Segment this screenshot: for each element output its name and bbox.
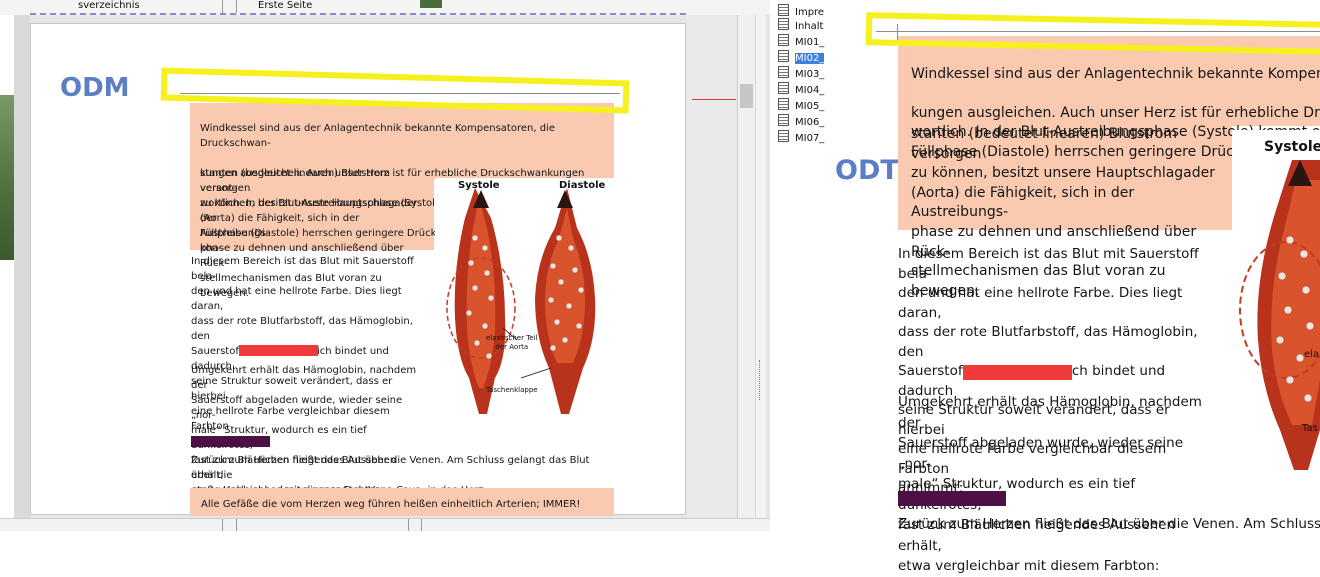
oxygen-red-swatch xyxy=(239,345,318,356)
nav-item-mi02[interactable]: MI02_ xyxy=(778,50,834,64)
intro-first-line: Windkessel sind aus der Anlagentechnik b… xyxy=(200,123,555,149)
thumbnail-image xyxy=(0,95,14,260)
systole-label: Systole xyxy=(458,180,500,191)
divider xyxy=(236,0,237,13)
scrollbar-thumb[interactable] xyxy=(740,84,753,108)
paragraph-veins: Zurück zum Herzen fließt das Blut über d… xyxy=(898,516,1320,532)
document-icon xyxy=(778,50,789,62)
nav-item-label: Impre xyxy=(795,7,825,18)
nav-item-mi05[interactable]: MI05_ xyxy=(778,98,834,112)
divider xyxy=(222,0,223,13)
page-break-dashed-line xyxy=(30,13,686,15)
margin-marker xyxy=(692,99,736,100)
odm-label: ODM xyxy=(60,73,130,103)
document-icon xyxy=(778,82,789,94)
odt-label: ODT xyxy=(835,155,899,186)
pane-splitter[interactable] xyxy=(755,15,766,531)
aorta-illustration-zoomed xyxy=(1232,130,1320,470)
intro-first-line: Windkessel sind aus der Anlagentechnik b… xyxy=(911,65,1320,82)
document-icon xyxy=(778,98,789,110)
footer-text: Alle Gefäße die vom Herzen weg führen he… xyxy=(201,499,581,510)
nav-item-mi07[interactable]: MI07_ xyxy=(778,130,834,144)
document-icon xyxy=(778,130,789,142)
nav-item-label: MI07_ xyxy=(795,133,825,144)
divider xyxy=(408,519,409,531)
document-icon xyxy=(778,66,789,78)
nav-item-impressum[interactable]: Impre xyxy=(778,4,834,18)
deoxy-purple-swatch xyxy=(191,436,270,447)
nav-item-label: MI05_ xyxy=(795,101,825,112)
nav-item-mi03[interactable]: MI03_ xyxy=(778,66,834,80)
oxygen-red-swatch xyxy=(963,365,1072,380)
elastic-part-label: elastischer Teil der Aorta xyxy=(486,334,538,351)
nav-item-mi04[interactable]: MI04_ xyxy=(778,82,834,96)
divider xyxy=(236,519,237,531)
splitter-grip-icon[interactable] xyxy=(759,360,762,400)
divider xyxy=(222,519,223,531)
nav-item-label: MI02_ xyxy=(795,53,825,64)
first-page-tab[interactable]: Erste Seite xyxy=(258,0,312,12)
document-icon xyxy=(778,18,789,30)
nav-item-inhalt[interactable]: Inhalt xyxy=(778,18,834,32)
valve-label: Tas xyxy=(1302,423,1318,434)
toc-tab[interactable]: sverzeichnis xyxy=(78,0,140,12)
nav-item-label: Inhalt xyxy=(795,21,824,32)
systole-label: Systole xyxy=(1264,139,1320,155)
divider xyxy=(421,519,422,531)
diastole-label: Diastole xyxy=(559,180,606,191)
document-icon xyxy=(778,114,789,126)
document-icon xyxy=(778,4,789,16)
nav-item-mi01[interactable]: MI01_ xyxy=(778,34,834,48)
nav-item-label: MI06_ xyxy=(795,117,825,128)
status-bar xyxy=(0,518,770,531)
document-icon xyxy=(778,34,789,46)
page-shadow-gutter xyxy=(14,15,30,531)
left-document-window: sverzeichnis Erste Seite ODM Windkessel … xyxy=(0,0,770,531)
nav-item-label: MI03_ xyxy=(795,69,825,80)
elastic-part-label: ela xyxy=(1304,349,1320,360)
nav-item-mi06[interactable]: MI06_ xyxy=(778,114,834,128)
nav-item-label: MI01_ xyxy=(795,37,825,48)
right-gutter xyxy=(686,15,736,531)
left-edge-panel xyxy=(0,15,14,531)
toolbar-icon[interactable] xyxy=(420,0,442,8)
nav-item-label: MI04_ xyxy=(795,85,825,96)
paragraph-deoxy: Umgekehrt erhält das Hämoglobin, nachdem… xyxy=(898,394,1202,574)
deoxy-purple-swatch xyxy=(898,491,1006,506)
valve-label: Taschenklappe xyxy=(486,386,538,394)
